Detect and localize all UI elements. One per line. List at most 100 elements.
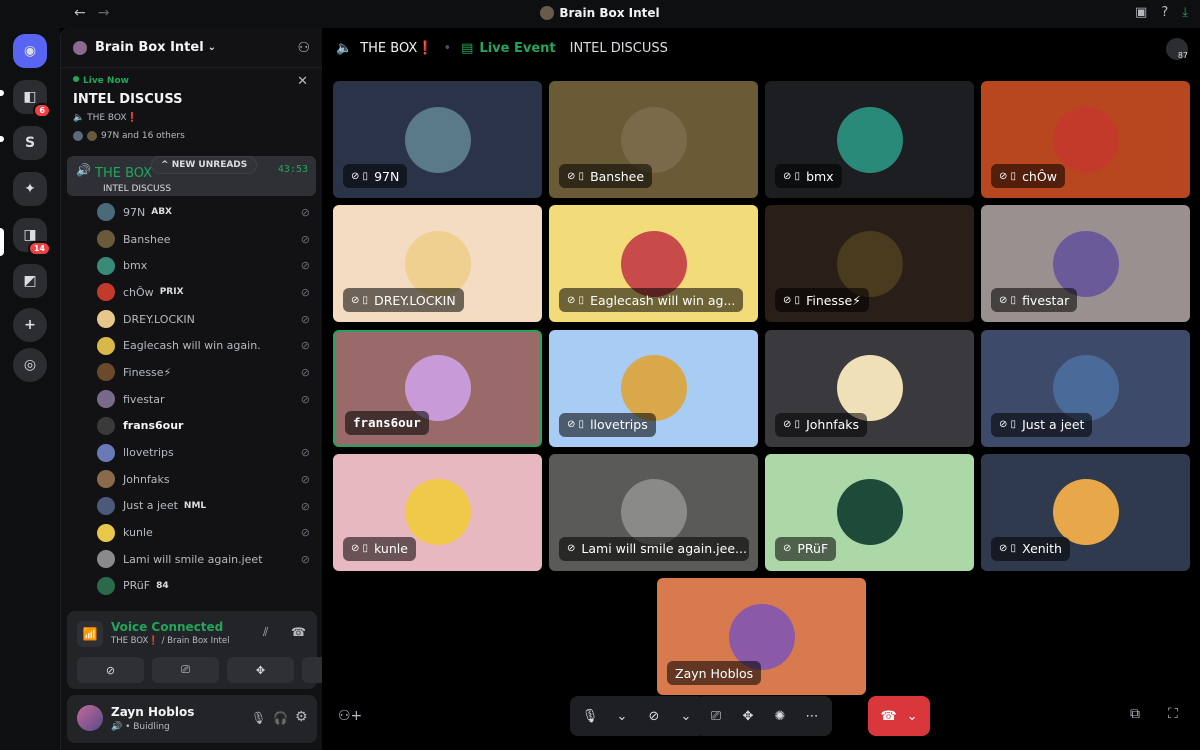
camera-off-icon: ⊘ ▯ — [999, 419, 1017, 431]
voice-member[interactable]: Finesse⚡ ⊘ — [61, 359, 322, 386]
participant-tile[interactable]: frans6our — [333, 329, 542, 447]
disconnect-icon[interactable]: ☎ — [291, 625, 306, 639]
voice-member[interactable]: Eaglecash will win again. ⊘ — [61, 332, 322, 359]
camera-off-icon: ⊘ — [300, 392, 310, 406]
avatar — [620, 230, 687, 297]
voice-member[interactable]: kunle ⊘ — [61, 519, 322, 546]
chevron-down-icon[interactable]: ⌄ — [608, 709, 636, 724]
participant-tile[interactable]: ⊘ ▯ Just a jeet — [981, 329, 1190, 447]
participant-label: ⊘ ▯ Banshee — [559, 164, 653, 188]
participant-label: ⊘ ▯ fivestar — [991, 288, 1078, 313]
voice-location[interactable]: THE BOX❗ / Brain Box Intel — [111, 636, 229, 646]
camera-off-icon: ⊘ ▯ — [351, 294, 369, 306]
invite-icon[interactable]: ⚇+ — [338, 708, 362, 724]
participant-tile[interactable]: ⊘ ▯ kunle — [333, 453, 542, 571]
member-name: Eaglecash will win again. — [123, 339, 261, 353]
participant-name: Banshee — [590, 168, 645, 184]
voice-member[interactable]: chÔw PRIX ⊘ — [61, 279, 322, 306]
voice-member-list: 97N ABX ⊘ Banshee ⊘ bmx ⊘ chÔw PRIX ⊘ DREY.LOCKIN ⊘… — [61, 199, 322, 599]
participant-tile[interactable]: ⊘ PRüF — [765, 453, 974, 571]
voice-member[interactable]: 97N ABX ⊘ — [61, 199, 322, 226]
member-name: DREY.LOCKIN — [123, 312, 195, 326]
clan-tag: NML — [183, 500, 207, 511]
fullscreen-icon[interactable]: ⛶ — [1168, 706, 1178, 722]
participant-tile[interactable]: ⊘ ▯ Finesse⚡ — [765, 205, 974, 323]
voice-member[interactable]: fivestar ⊘ — [61, 386, 322, 413]
discord-home-icon[interactable]: ◉ — [13, 34, 47, 68]
avatar[interactable] — [77, 705, 103, 731]
camera-off-icon: ⊘ — [567, 543, 576, 555]
chevron-down-icon: ⌄ — [207, 42, 217, 53]
participant-tile[interactable]: ⊘ ▯ Eaglecash will win ag... — [549, 205, 758, 323]
soundboard-icon[interactable]: ✺ — [766, 709, 794, 724]
server-folder-icon[interactable]: ◨ 14 — [13, 218, 51, 256]
signal-icon[interactable]: 📶 — [77, 621, 103, 647]
participant-tile[interactable]: ⊘ ▯ bmx — [765, 81, 974, 198]
avatar — [404, 106, 471, 173]
new-unreads-pill[interactable]: ^ NEW UNREADS — [151, 156, 258, 174]
camera-off-button[interactable]: ⊘ — [77, 657, 144, 683]
noise-suppression-icon[interactable]: ⫽ — [263, 625, 268, 640]
participant-tile[interactable]: ⊘ ▯ DREY.LOCKIN — [333, 205, 542, 323]
add-member-icon[interactable]: ⚇ — [297, 40, 310, 56]
hang-up-button[interactable]: ☎ ⌄ — [868, 696, 930, 736]
participant-tile[interactable]: ⊘ ▯ Banshee — [549, 81, 758, 198]
server-icon[interactable]: ✦ — [13, 172, 47, 206]
activities-button[interactable]: ✥ — [227, 657, 294, 683]
live-event-link[interactable]: Live Event — [479, 41, 555, 56]
self-participant-tile[interactable]: Zayn Hoblos — [657, 578, 866, 695]
participant-name: DREY.LOCKIN — [374, 292, 456, 308]
inbox-icon[interactable]: ▣ — [1135, 5, 1147, 20]
server-s-icon[interactable]: S — [13, 126, 47, 160]
voice-member[interactable]: Johnfaks ⊘ — [61, 466, 322, 493]
live-event-card[interactable]: Live Now INTEL DISCUSS 🔈 THE BOX❗ 97N an… — [61, 68, 322, 156]
download-icon[interactable]: ⤓ — [1182, 5, 1188, 20]
voice-connected-panel: 📶 Voice Connected THE BOX❗ / Brain Box I… — [67, 611, 369, 689]
microphone-icon[interactable]: 🎙 — [576, 709, 604, 724]
member-name: Johnfaks — [123, 472, 170, 486]
voice-member[interactable]: Lami will smile again.jeet ⊘ — [61, 546, 322, 573]
voice-member[interactable]: PRüF 84 — [61, 573, 322, 600]
participant-name: Zayn Hoblos — [675, 665, 754, 681]
participant-label: ⊘ ▯ chÔw — [991, 164, 1065, 188]
more-icon[interactable]: ⋯ — [798, 709, 826, 724]
server-header[interactable]: Brain Box Intel ⌄ ⚇ — [61, 28, 322, 68]
headphones-icon[interactable]: 🎧 — [273, 711, 288, 725]
participant-tile[interactable]: ⊘ Lami will smile again.jee... — [549, 453, 758, 571]
member-name: Just a jeet — [123, 499, 178, 513]
channel-topic: INTEL DISCUSS — [569, 40, 668, 56]
participant-tile[interactable]: ⊘ ▯ Johnfaks — [765, 329, 974, 447]
camera-off-icon[interactable]: ⊘ — [640, 709, 668, 724]
participant-label: frans6our — [345, 410, 429, 435]
microphone-icon[interactable]: 🎙 — [251, 711, 266, 725]
participant-label: ⊘ ▯ Eaglecash will win ag... — [559, 288, 744, 313]
participant-tile[interactable]: ⊘ ▯ 97N — [333, 81, 542, 198]
help-icon[interactable]: ? — [1161, 5, 1168, 20]
server-folder-icon[interactable]: ◩ — [13, 264, 47, 298]
participant-tile[interactable]: ⊘ ▯ llovetrips — [549, 329, 758, 447]
participant-tile[interactable]: ⊘ ▯ Xenith — [981, 453, 1190, 571]
chat-count-badge[interactable]: 87 — [1166, 38, 1188, 60]
share-screen-icon[interactable]: ⎚ — [702, 709, 730, 724]
popout-icon[interactable]: ⧉ — [1130, 706, 1140, 722]
discover-icon[interactable]: ◎ — [13, 348, 47, 382]
share-screen-button[interactable]: ⎚ — [152, 657, 219, 683]
participant-name: PRüF — [797, 541, 829, 557]
avatar — [836, 106, 903, 173]
settings-gear-icon[interactable]: ⚙ — [295, 709, 308, 725]
voice-member[interactable]: DREY.LOCKIN ⊘ — [61, 306, 322, 333]
server-folder-icon[interactable]: ◧ 6 — [13, 80, 51, 118]
activities-icon[interactable]: ✥ — [734, 709, 762, 724]
add-server-icon[interactable]: + — [13, 308, 47, 342]
close-icon[interactable]: ✕ — [297, 74, 308, 89]
voice-member[interactable]: frans6our — [61, 413, 322, 440]
voice-channel-the-box[interactable]: 🔊 THE BOX ^ NEW UNREADS INTEL DISCUSS 43… — [67, 156, 316, 196]
voice-member[interactable]: llovetrips ⊘ — [61, 439, 322, 466]
voice-member[interactable]: Just a jeet NML ⊘ — [61, 493, 322, 520]
voice-member[interactable]: Banshee ⊘ — [61, 226, 322, 253]
participant-tile[interactable]: ⊘ ▯ fivestar — [981, 205, 1190, 323]
participant-tile[interactable]: ⊘ ▯ chÔw — [981, 81, 1190, 198]
voice-member[interactable]: bmx ⊘ — [61, 252, 322, 279]
member-name: fivestar — [123, 392, 165, 406]
call-header: 🔈 THE BOX❗ • ▤ Live Event INTEL DISCUSS … — [322, 28, 1200, 68]
